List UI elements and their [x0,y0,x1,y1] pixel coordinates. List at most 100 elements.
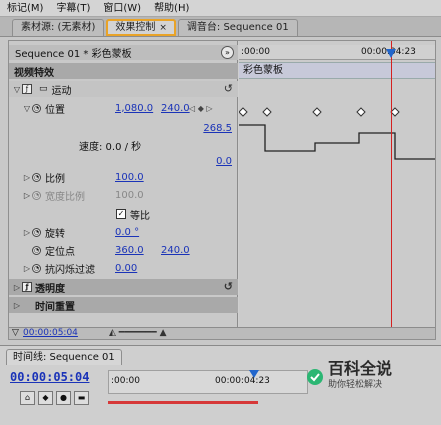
anchor-y-value[interactable]: 240.0 [161,245,190,256]
stopwatch-icon[interactable]: ◔ [32,172,41,182]
timeline-ruler[interactable]: :00:00 00:00:04:23 [108,370,308,394]
keyframe-marker[interactable] [390,107,400,117]
tab-effect-controls-label: 效果控制 [115,22,156,33]
tab-audio-mixer[interactable]: 调音台: Sequence 01 [177,19,298,36]
uniform-scale-row: ✓ 等比 [9,206,238,222]
effect-controls-panel: Sequence 01 * 彩色蒙板 » 视频特效 ▽ ƒ ▭ 运动 ↺ ▽ ◔… [8,40,436,340]
close-icon[interactable]: × [159,23,167,33]
flicker-label: 抗闪烁过滤 [45,264,95,276]
keyframe-nav-icon[interactable]: ◁ ◆ ▷ [189,104,213,113]
time-remap-label: 时间重置 [35,301,75,313]
app-window: 标记(M) 字幕(T) 窗口(W) 帮助(H) 素材源: (无素材) 效果控制 ×… [0,0,441,425]
expand-triangle-icon[interactable]: ▷ [12,301,22,310]
drop-icon[interactable]: ● [56,391,71,405]
watermark-logo-icon [307,369,323,385]
tab-timeline-label: 时间线: Sequence 01 [13,352,115,363]
opacity-label: 透明度 [35,283,65,295]
speed-row: 速度: 0.0 / 秒 [9,137,238,153]
tab-effect-controls[interactable]: 效果控制 × [106,19,176,36]
rotation-label: 旋转 [45,228,65,240]
zoom-slider[interactable]: ◭ ━━━━━━━ ▲ [109,328,167,338]
stopwatch-icon[interactable]: ◔ [32,245,41,255]
timeline-current-time[interactable]: 00:00:05:04 [10,370,89,384]
keyframe-marker[interactable] [356,107,366,117]
motion-icon: ▭ [39,84,48,94]
expand-triangle-icon[interactable]: ▷ [12,283,22,292]
sequence-title: Sequence 01 * 彩色蒙板 [15,49,132,60]
timeline-ruler-mid: 00:00:04:23 [215,376,270,386]
expand-triangle-icon[interactable]: ▷ [22,264,32,273]
menu-help[interactable]: 帮助(H) [147,0,195,17]
scale-row: ▷ ◔ 比例 100.0 [9,169,238,185]
marker-icon[interactable]: ◆ [38,391,53,405]
footer-triangle-icon: ▽ [12,328,19,338]
position-label: 位置 [45,104,65,116]
rotation-row: ▷ ◔ 旋转 0.0 ° [9,224,238,240]
watermark-subtitle: 助你轻松解决 [328,380,383,390]
work-area-bar[interactable] [108,401,258,404]
keyframe-marker[interactable] [312,107,322,117]
anchor-label: 定位点 [45,246,75,258]
anchor-row: ◔ 定位点 360.0 240.0 [9,242,238,258]
position-row: ▽ ◔ 位置 1,080.0 240.0 ◁ ◆ ▷ [9,100,238,116]
snap-icon[interactable]: ⌂ [20,391,35,405]
expand-triangle-icon[interactable]: ▷ [22,173,32,182]
keyframe-marker[interactable] [239,107,248,117]
scale-value[interactable]: 100.0 [115,172,144,183]
motion-row[interactable]: ▽ ƒ ▭ 运动 ↺ [9,81,238,97]
menu-window[interactable]: 窗口(W) [96,0,147,17]
current-time-indicator-line [391,41,392,331]
reset-icon[interactable]: ↺ [224,280,233,293]
graph-max-value: 268.5 [203,122,232,134]
anchor-x-value[interactable]: 360.0 [115,245,161,256]
stopwatch-icon[interactable]: ◔ [32,263,41,273]
position-x-value[interactable]: 1,080.0 [115,103,161,114]
reset-icon[interactable]: ↺ [224,82,233,95]
scale-width-label: 宽度比例 [45,191,85,203]
expand-triangle-icon[interactable]: ▽ [12,85,22,94]
flicker-value[interactable]: 0.00 [115,263,137,274]
velocity-graph [239,124,435,160]
scale-label: 比例 [45,173,65,185]
scale-width-value: 100.0 [115,189,144,201]
collapse-triangle-icon[interactable]: ▽ [22,104,32,113]
uniform-scale-checkbox[interactable]: ✓ [116,209,126,219]
speed-label: 速度: 0.0 / 秒 [79,141,142,153]
expand-triangle-icon[interactable]: ▷ [22,228,32,237]
tab-source[interactable]: 素材源: (无素材) [12,19,105,36]
graph-min-value: 0.0 [216,155,232,167]
timeline-tools: ⌂ ◆ ● ▬ [20,391,89,405]
opacity-section[interactable]: ▷ ƒ 透明度 ↺ [9,279,238,295]
stopwatch-icon[interactable]: ◔ [32,103,41,113]
uniform-scale-label: 等比 [130,210,150,222]
menu-title[interactable]: 字幕(T) [49,0,96,17]
motion-label: 运动 [51,85,72,97]
flicker-row: ▷ ◔ 抗闪烁过滤 0.00 [9,260,238,276]
rotation-value[interactable]: 0.0 ° [115,227,139,238]
footer-current-time[interactable]: 00:00:05:04 [23,328,78,338]
fx-toggle-icon[interactable]: ƒ [22,282,32,292]
menubar: 标记(M) 字幕(T) 窗口(W) 帮助(H) [0,0,441,17]
watermark: 百科全说 助你轻松解决 [306,352,426,402]
playhead-icon[interactable] [386,49,396,58]
clip-bar[interactable]: 彩色蒙板 [239,62,435,79]
fx-toggle-icon[interactable]: ƒ [22,84,32,94]
clip-label: 彩色蒙板 [243,65,283,76]
timeline-playhead-icon[interactable] [249,370,259,378]
show-timeline-button[interactable]: » [221,46,234,59]
video-effects-label: 视频特效 [14,67,54,79]
time-remap-section[interactable]: ▷ 时间重置 [9,297,238,313]
graph-max-row: 268.5 [9,120,238,136]
ruler-start-time: :00:00 [241,47,270,57]
tab-timeline[interactable]: 时间线: Sequence 01 [6,349,122,365]
link-icon[interactable]: ▬ [74,391,89,405]
panel-footer: ▽ 00:00:05:04 ◭ ━━━━━━━ ▲ [9,327,435,339]
menu-marker[interactable]: 标记(M) [0,0,49,17]
position-y-value[interactable]: 240.0 [161,103,190,114]
time-ruler[interactable]: :00:00 00:00:04:23 [239,45,435,60]
video-effects-section[interactable]: 视频特效 [9,63,238,79]
tab-audio-mixer-label: 调音台: Sequence 01 [186,22,289,33]
effect-properties-pane: Sequence 01 * 彩色蒙板 » 视频特效 ▽ ƒ ▭ 运动 ↺ ▽ ◔… [9,41,238,331]
stopwatch-icon[interactable]: ◔ [32,227,41,237]
keyframe-marker[interactable] [262,107,272,117]
